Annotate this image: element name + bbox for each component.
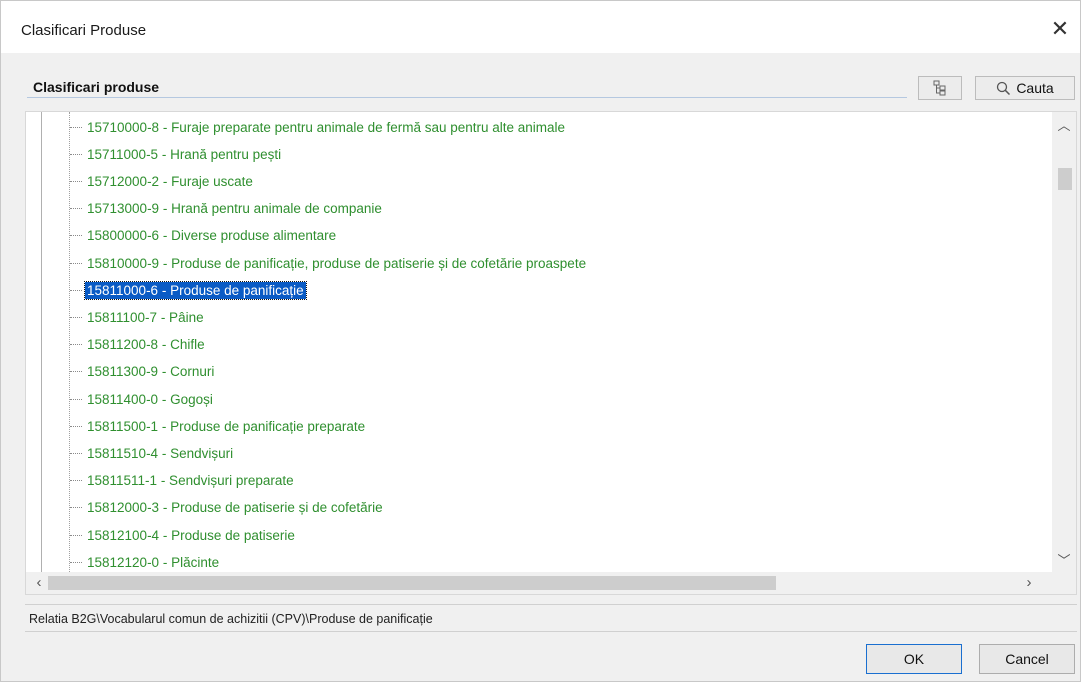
tree-item-label: 15811511-1 - Sendvișuri preparate xyxy=(87,473,294,489)
tree-item[interactable]: 15811511-1 - Sendvișuri preparate xyxy=(70,470,296,492)
title-bar: Clasificari Produse ✕ xyxy=(1,1,1080,53)
tree-connector xyxy=(70,289,82,291)
tree-item[interactable]: 15811200-8 - Chifle xyxy=(70,334,207,356)
tree-item-label: 15811200-8 - Chifle xyxy=(87,337,205,353)
vertical-scrollbar[interactable]: ︿ ﹀ xyxy=(1052,112,1076,574)
tree-connector xyxy=(70,534,82,536)
classification-tree[interactable]: 15710000-8 - Furaje preparate pentru ani… xyxy=(25,111,1077,595)
tree-connector xyxy=(70,153,82,155)
tree-view-button[interactable] xyxy=(918,76,962,100)
search-button[interactable]: Cauta xyxy=(975,76,1075,100)
scroll-left-icon[interactable]: ‹ xyxy=(28,572,50,594)
tree-item-label: 15711000-5 - Hrană pentru pești xyxy=(87,146,282,162)
tree-item-label: 15713000-9 - Hrană pentru animale de com… xyxy=(87,201,382,217)
status-path: Relatia B2G\Vocabularul comun de achizit… xyxy=(25,604,1077,632)
tree-list: 15710000-8 - Furaje preparate pentru ani… xyxy=(26,112,1054,574)
section-divider xyxy=(27,97,907,98)
tree-item[interactable]: 15811510-4 - Sendvișuri xyxy=(70,442,235,464)
tree-item[interactable]: 15811300-9 - Cornuri xyxy=(70,361,216,383)
tree-connector xyxy=(70,425,82,427)
tree-item-label: 15812100-4 - Produse de patiserie xyxy=(87,527,295,543)
tree-item[interactable]: 15812120-0 - Plăcinte xyxy=(70,551,221,573)
magnifier-icon xyxy=(997,81,1011,95)
tree-connector xyxy=(70,344,82,346)
tree-item-label: 15811500-1 - Produse de panificație prep… xyxy=(87,418,366,434)
tree-connector xyxy=(70,507,82,509)
tree-item-label: 15812000-3 - Produse de patiserie și de … xyxy=(87,500,383,516)
tree-connector xyxy=(70,452,82,454)
scroll-up-icon[interactable]: ︿ xyxy=(1052,115,1076,137)
tree-connector xyxy=(70,480,82,482)
tree-item[interactable]: 15800000-6 - Diverse produse alimentare xyxy=(70,225,338,247)
tree-item-label: 15800000-6 - Diverse produse alimentare xyxy=(87,228,337,244)
tree-connector xyxy=(70,126,82,128)
window-title: Clasificari Produse xyxy=(21,22,147,39)
horizontal-scrollbar[interactable]: ‹ › xyxy=(26,572,1054,594)
tree-connector xyxy=(70,371,82,373)
tree-item-label: 15810000-9 - Produse de panificație, pro… xyxy=(87,255,587,271)
tree-item-label: 15712000-2 - Furaje uscate xyxy=(87,173,253,189)
tree-item[interactable]: 15713000-9 - Hrană pentru animale de com… xyxy=(70,198,384,220)
scroll-down-icon[interactable]: ﹀ xyxy=(1052,550,1076,572)
dialog-window: Clasificari Produse ✕ Clasificari produs… xyxy=(0,0,1081,682)
horizontal-scroll-thumb[interactable] xyxy=(48,576,776,590)
close-icon[interactable]: ✕ xyxy=(1040,9,1080,49)
section-header: Clasificari produse Cauta xyxy=(25,73,1077,100)
tree-item-label: 15811510-4 - Sendvișuri xyxy=(87,445,234,461)
tree-item-label: 15811000-6 - Produse de panificație xyxy=(84,280,307,300)
tree-item-label: 15811100-7 - Pâine xyxy=(87,309,204,325)
tree-connector xyxy=(70,262,82,264)
tree-item[interactable]: 15811000-6 - Produse de panificație xyxy=(70,279,307,301)
tree-item-label: 15710000-8 - Furaje preparate pentru ani… xyxy=(87,119,566,135)
ok-button[interactable]: OK xyxy=(866,644,962,674)
tree-item[interactable]: 15711000-5 - Hrană pentru pești xyxy=(70,143,283,165)
tree-item[interactable]: 15710000-8 - Furaje preparate pentru ani… xyxy=(70,116,567,138)
search-button-label: Cauta xyxy=(1016,80,1054,96)
tree-item-label: 15811300-9 - Cornuri xyxy=(87,364,215,380)
tree-connector xyxy=(70,180,82,182)
tree-structure-icon xyxy=(933,80,946,96)
tree-item[interactable]: 15811500-1 - Produse de panificație prep… xyxy=(70,415,367,437)
tree-item[interactable]: 15810000-9 - Produse de panificație, pro… xyxy=(70,252,588,274)
tree-item[interactable]: 15812100-4 - Produse de patiserie xyxy=(70,524,297,546)
tree-item-label: 15811400-0 - Gogoși xyxy=(87,391,213,407)
tree-item[interactable]: 15712000-2 - Furaje uscate xyxy=(70,170,255,192)
tree-connector xyxy=(70,235,82,237)
tree-connector xyxy=(70,208,82,210)
section-title: Clasificari produse xyxy=(33,79,160,95)
tree-connector xyxy=(70,316,82,318)
vertical-scroll-thumb[interactable] xyxy=(1058,168,1072,190)
cancel-button[interactable]: Cancel xyxy=(979,644,1075,674)
scrollbar-corner xyxy=(1052,572,1076,594)
tree-item[interactable]: 15811400-0 - Gogoși xyxy=(70,388,215,410)
tree-connector xyxy=(70,398,82,400)
scroll-right-icon[interactable]: › xyxy=(1018,572,1040,594)
tree-connector xyxy=(70,561,82,563)
tree-item[interactable]: 15811100-7 - Pâine xyxy=(70,306,206,328)
tree-item-label: 15812120-0 - Plăcinte xyxy=(87,554,220,570)
tree-item[interactable]: 15812000-3 - Produse de patiserie și de … xyxy=(70,497,385,519)
